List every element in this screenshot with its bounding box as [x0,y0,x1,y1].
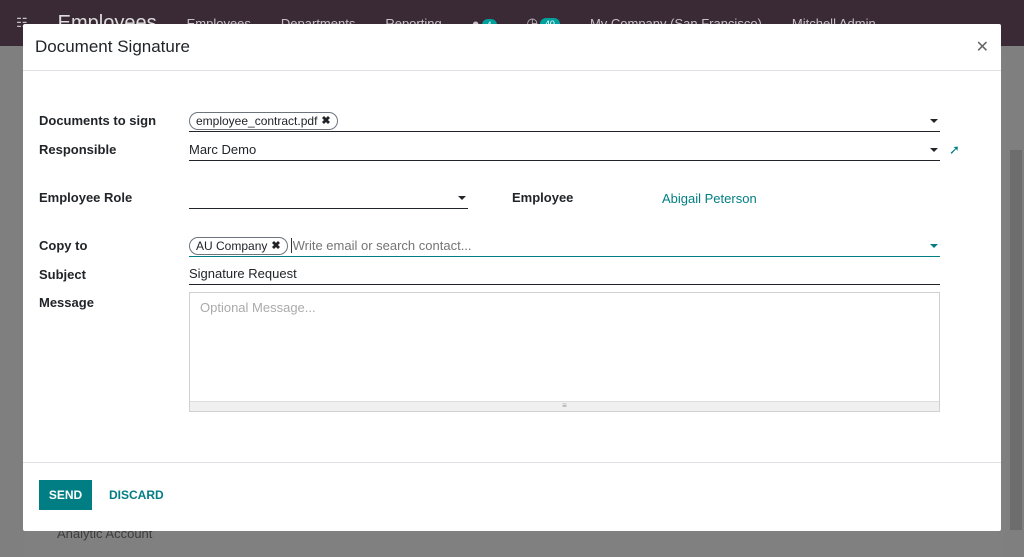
copy-to-label: Copy to [39,238,88,253]
responsible-label: Responsible [39,142,117,157]
message-placeholder: Optional Message... [200,300,316,315]
scrollbar[interactable] [1010,150,1022,530]
documents-label: Documents to sign [39,113,157,128]
dialog-footer: SEND DISCARD [23,462,1001,531]
dialog-title: Document Signature [35,37,190,56]
dropdown-caret-icon[interactable] [930,244,938,248]
contact-tag: AU Company ✖ [189,236,288,255]
employee-link[interactable]: Abigail Peterson [662,191,757,206]
dropdown-caret-icon[interactable] [930,119,938,123]
remove-tag-icon[interactable]: ✖ [321,114,330,127]
tag-label: employee_contract.pdf [196,113,318,128]
close-icon[interactable]: ✕ [976,37,989,57]
documents-field[interactable]: employee_contract.pdf ✖ [189,110,940,132]
copy-to-input[interactable] [290,238,691,253]
tag-label: AU Company [196,238,268,253]
responsible-value: Marc Demo [189,142,257,157]
document-tag: employee_contract.pdf ✖ [189,111,338,130]
subject-field[interactable]: Signature Request [189,263,940,285]
discard-button[interactable]: DISCARD [99,480,174,510]
document-signature-dialog: Document Signature ✕ Documents to sign e… [23,24,1001,531]
message-textarea[interactable]: Optional Message... ≡ [189,292,940,412]
employee-label: Employee [512,190,574,205]
send-button[interactable]: SEND [39,480,92,510]
resize-handle-icon[interactable]: ≡ [190,401,939,411]
employee-role-label: Employee Role [39,190,133,205]
employee-role-field[interactable] [189,187,468,209]
dropdown-caret-icon[interactable] [458,196,466,200]
message-label: Message [39,295,94,310]
remove-tag-icon[interactable]: ✖ [271,239,280,252]
dropdown-caret-icon[interactable] [930,148,938,152]
subject-label: Subject [39,267,86,282]
subject-value: Signature Request [189,266,297,281]
copy-to-field[interactable]: AU Company ✖ [189,235,940,257]
external-link-icon[interactable]: ➚ [949,142,960,158]
responsible-field[interactable]: Marc Demo [189,139,940,161]
